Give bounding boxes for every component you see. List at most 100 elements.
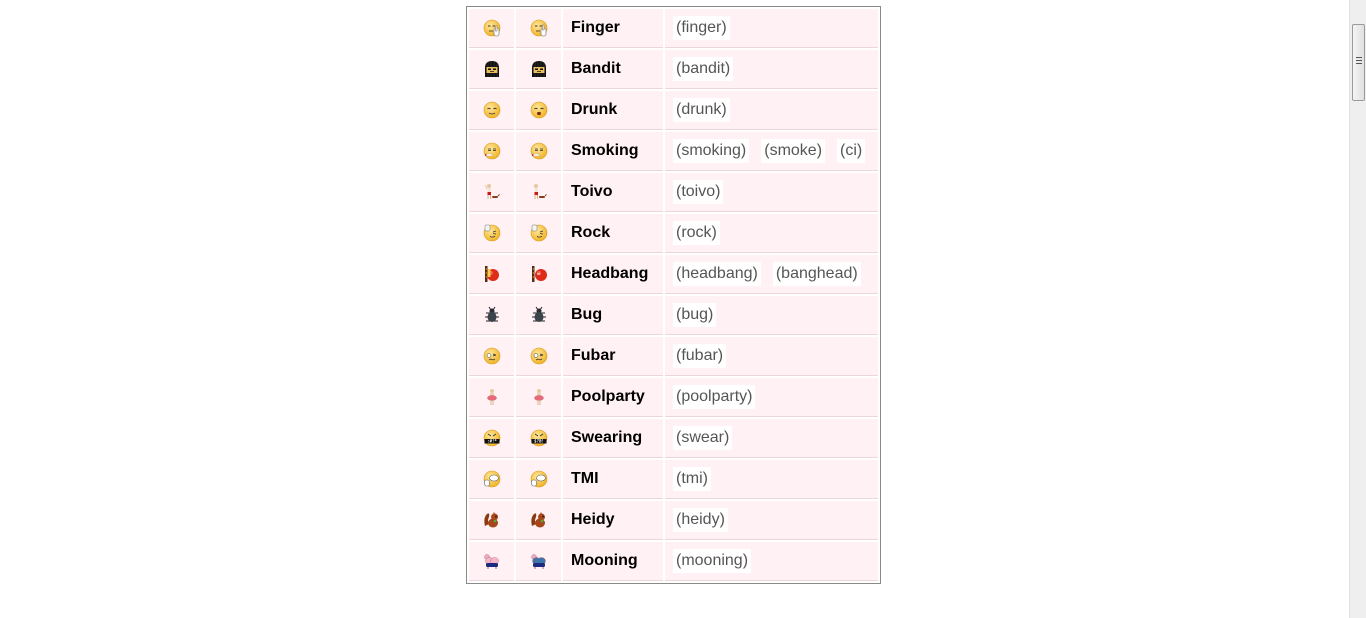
rock-icon <box>529 223 549 243</box>
emoticon-code: (headbang) <box>673 262 761 286</box>
svg-text::#!*: :#!* <box>487 439 497 444</box>
emoticon-icon-cell <box>469 542 514 581</box>
tmi-icon <box>482 469 502 489</box>
emoticon-code: (rock) <box>673 221 720 245</box>
emoticon-row: Heidy (heidy) <box>469 501 878 540</box>
vertical-scrollbar[interactable] <box>1349 0 1366 618</box>
rock-icon <box>482 223 502 243</box>
drunk-icon <box>529 100 549 120</box>
emoticon-name: Finger <box>563 9 663 48</box>
emoticon-row: Toivo (toivo) <box>469 173 878 212</box>
bandit-icon <box>482 59 502 79</box>
emoticon-codes: (poolparty) <box>665 378 878 417</box>
headbang-icon <box>482 264 502 284</box>
bug-icon <box>529 305 549 325</box>
heidy-icon <box>529 510 549 530</box>
emoticon-code: (bug) <box>673 303 717 327</box>
toivo-icon <box>482 182 502 202</box>
finger-icon <box>529 18 549 38</box>
emoticon-name: Bandit <box>563 50 663 89</box>
emoticon-code: (finger) <box>673 16 730 40</box>
emoticon-row: :#!* $?@! Swearing (swear) <box>469 419 878 458</box>
emoticon-codes: (mooning) <box>665 542 878 581</box>
emoticon-name: Swearing <box>563 419 663 458</box>
emoticon-code: (banghead) <box>772 262 861 286</box>
emoticon-row: Smoking (smoking) (smoke) (ci) <box>469 132 878 171</box>
emoticon-code: (mooning) <box>673 549 752 573</box>
emoticon-code: (smoking) <box>673 139 750 163</box>
poolparty-icon <box>482 387 502 407</box>
emoticon-animated-icon-cell <box>516 378 561 417</box>
finger-icon <box>482 18 502 38</box>
emoticon-animated-icon-cell <box>516 91 561 130</box>
emoticon-codes: (bandit) <box>665 50 878 89</box>
emoticon-icon-cell <box>469 173 514 212</box>
emoticon-animated-icon-cell <box>516 214 561 253</box>
emoticon-row: Headbang (headbang) (banghead) <box>469 255 878 294</box>
emoticon-icon-cell <box>469 91 514 130</box>
emoticon-codes: (smoking) (smoke) (ci) <box>665 132 878 171</box>
emoticon-icon-cell <box>469 337 514 376</box>
bug-icon <box>482 305 502 325</box>
emoticon-code: (smoke) <box>761 139 826 163</box>
fubar-icon <box>529 346 549 366</box>
emoticon-row: Fubar (fubar) <box>469 337 878 376</box>
emoticon-animated-icon-cell <box>516 501 561 540</box>
emoticon-icon-cell <box>469 378 514 417</box>
headbang-icon <box>529 264 549 284</box>
emoticon-animated-icon-cell <box>516 337 561 376</box>
emoticon-name: Poolparty <box>563 378 663 417</box>
swearing-icon: $?@! <box>529 428 549 448</box>
emoticon-code: (swear) <box>673 426 733 450</box>
emoticon-row: Finger (finger) <box>469 9 878 48</box>
mooning-icon <box>482 551 502 571</box>
emoticon-animated-icon-cell <box>516 173 561 212</box>
emoticon-codes: (swear) <box>665 419 878 458</box>
emoticon-row: Mooning (mooning) <box>469 542 878 581</box>
emoticon-code: (heidy) <box>673 508 728 532</box>
emoticon-code: (drunk) <box>673 98 730 122</box>
smoking-icon <box>482 141 502 161</box>
emoticon-name: Drunk <box>563 91 663 130</box>
emoticon-codes: (headbang) (banghead) <box>665 255 878 294</box>
tmi-icon <box>529 469 549 489</box>
emoticon-codes: (drunk) <box>665 91 878 130</box>
emoticon-name: Headbang <box>563 255 663 294</box>
emoticon-code: (toivo) <box>673 180 724 204</box>
emoticon-row: TMI (tmi) <box>469 460 878 499</box>
emoticon-name: Bug <box>563 296 663 335</box>
emoticon-icon-cell <box>469 460 514 499</box>
emoticon-icon-cell <box>469 214 514 253</box>
emoticon-codes: (rock) <box>665 214 878 253</box>
emoticon-code: (bandit) <box>673 57 734 81</box>
emoticon-icon-cell <box>469 501 514 540</box>
scrollbar-thumb[interactable] <box>1352 24 1365 101</box>
emoticon-icon-cell <box>469 296 514 335</box>
emoticon-name: Fubar <box>563 337 663 376</box>
emoticon-name: Mooning <box>563 542 663 581</box>
emoticon-icon-cell <box>469 255 514 294</box>
emoticon-animated-icon-cell <box>516 50 561 89</box>
emoticon-row: Bandit (bandit) <box>469 50 878 89</box>
emoticon-animated-icon-cell <box>516 460 561 499</box>
emoticon-name: Rock <box>563 214 663 253</box>
drunk-icon <box>482 100 502 120</box>
emoticon-animated-icon-cell <box>516 296 561 335</box>
emoticon-name: Toivo <box>563 173 663 212</box>
emoticon-codes: (fubar) <box>665 337 878 376</box>
emoticon-row: Drunk (drunk) <box>469 91 878 130</box>
scrollbar-grip-icon <box>1356 57 1362 66</box>
emoticon-codes: (finger) <box>665 9 878 48</box>
smoking-icon <box>529 141 549 161</box>
emoticon-code: (fubar) <box>673 344 727 368</box>
mooning-icon <box>529 551 549 571</box>
emoticon-row: Rock (rock) <box>469 214 878 253</box>
heidy-icon <box>482 510 502 530</box>
emoticon-animated-icon-cell: $?@! <box>516 419 561 458</box>
toivo-icon <box>529 182 549 202</box>
bandit-icon <box>529 59 549 79</box>
emoticon-icon-cell <box>469 50 514 89</box>
emoticon-codes: (bug) <box>665 296 878 335</box>
fubar-icon <box>482 346 502 366</box>
emoticon-row: Bug (bug) <box>469 296 878 335</box>
